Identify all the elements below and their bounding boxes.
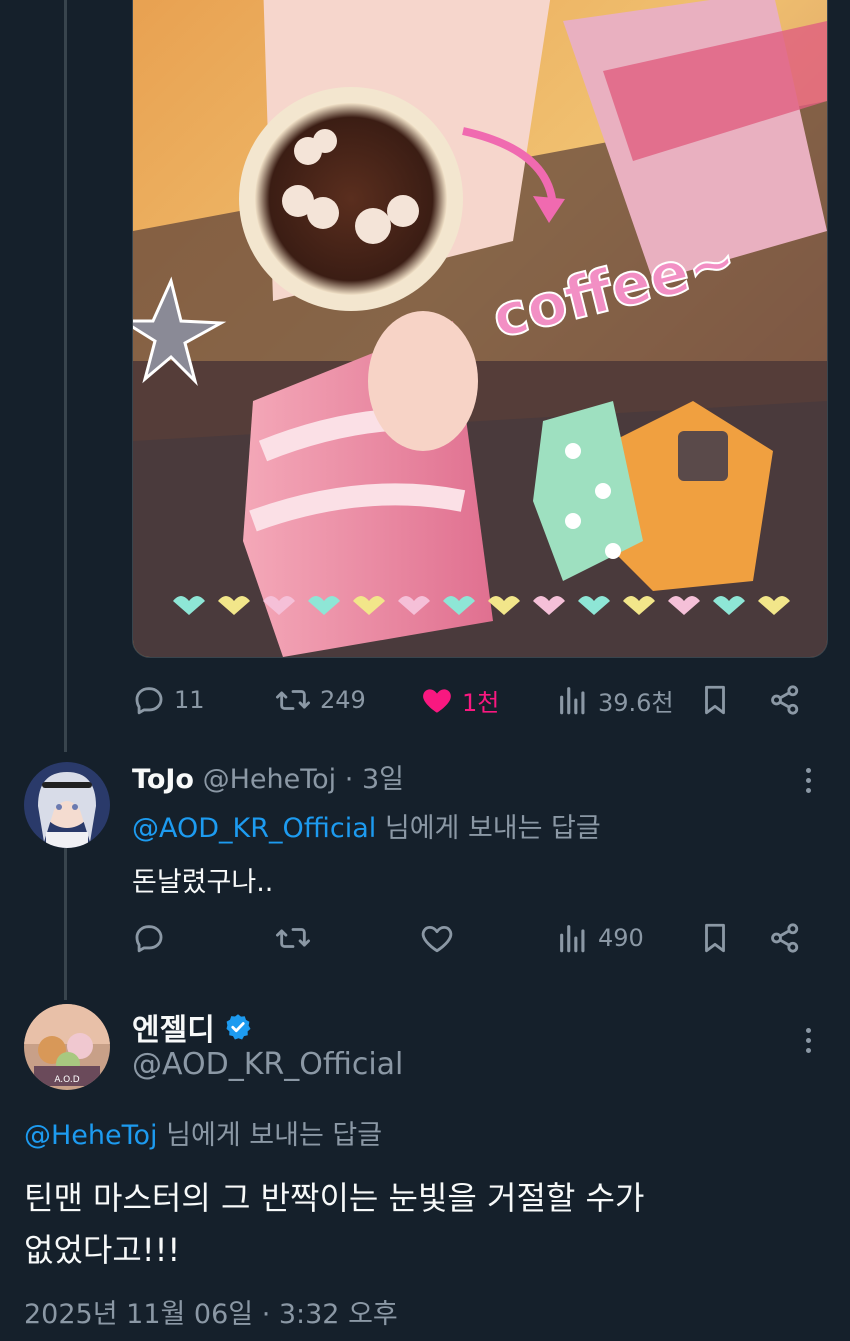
bookmark-icon <box>705 685 725 715</box>
thread-line-top <box>64 0 67 752</box>
verified-badge-icon <box>226 1014 251 1040</box>
reply-context-mention[interactable]: @AOD_KR_Official <box>132 813 376 844</box>
analytics-icon <box>560 687 585 715</box>
avatar-aod[interactable]: A.O.D <box>24 1004 110 1090</box>
reply-reply-button[interactable] <box>132 916 166 960</box>
repost-icon <box>275 690 310 710</box>
bookmark-button[interactable] <box>698 678 732 722</box>
focus-post-text: 틴맨 마스터의 그 반짝이는 눈빛을 거절할 수가 없었다고!!! <box>24 1172 644 1276</box>
analytics-icon <box>560 925 585 953</box>
views-button[interactable]: 39.6천 <box>556 678 674 722</box>
share-icon <box>771 685 799 715</box>
reply-views-button[interactable]: 490 <box>556 916 644 960</box>
reply-action-bar: 490 <box>132 916 812 960</box>
reply-time[interactable]: 3일 <box>362 764 404 795</box>
reply-like-button[interactable] <box>420 916 454 960</box>
heart-icon <box>421 925 453 953</box>
thread-line-middle <box>64 848 67 1000</box>
illustration-image: coffee~ <box>133 0 827 657</box>
focus-post-text-line-1: 틴맨 마스터의 그 반짝이는 눈빛을 거절할 수가 <box>24 1179 645 1217</box>
focus-author-name[interactable]: 엔젤디 <box>132 1005 215 1049</box>
share-button[interactable] <box>768 678 802 722</box>
focus-author: 엔젤디 <box>132 1005 253 1049</box>
reply-icon <box>135 687 163 715</box>
avatar-tojo[interactable] <box>24 762 110 848</box>
repost-count: 249 <box>320 686 366 714</box>
reply-text: 돈날렸구나.. <box>132 867 274 898</box>
focus-reply-context: @HeheToj 님에게 보내는 답글 <box>24 1113 382 1152</box>
bookmark-icon <box>705 923 725 953</box>
reply-count: 11 <box>174 686 205 714</box>
reply-bookmark-button[interactable] <box>698 916 732 960</box>
focus-timestamp[interactable]: 2025년 11월 06일 · 3:32 오후 <box>24 1292 398 1331</box>
reply-button[interactable]: 11 <box>132 678 205 722</box>
avatar-logo-text: A.O.D <box>54 1075 79 1085</box>
repost-button[interactable]: 249 <box>274 678 366 722</box>
focus-more-icon[interactable] <box>793 1022 823 1058</box>
reply-views-count: 490 <box>598 924 644 952</box>
like-button[interactable]: 1천 <box>420 678 499 722</box>
share-icon <box>771 923 799 953</box>
reply-share-button[interactable] <box>768 916 802 960</box>
avatar-image: A.O.D <box>24 1004 110 1090</box>
focus-reply-label: 님에게 보내는 답글 <box>157 1120 383 1151</box>
reply-icon <box>135 925 163 953</box>
focus-reply-mention[interactable]: @HeheToj <box>24 1120 158 1151</box>
main-post-action-bar: 11 249 1천 39.6천 <box>132 678 812 722</box>
reply-header: ToJo @HeheToj · 3일 <box>132 757 404 796</box>
reply-context: @AOD_KR_Official 님에게 보내는 답글 <box>132 806 601 845</box>
post-image[interactable]: coffee~ <box>132 0 828 658</box>
reply-handle[interactable]: @HeheToj <box>203 764 337 795</box>
reply-more-icon[interactable] <box>793 762 823 798</box>
focus-handle[interactable]: @AOD_KR_Official <box>132 1047 403 1082</box>
reply-context-label: 님에게 보내는 답글 <box>376 813 601 844</box>
views-count: 39.6천 <box>598 688 674 717</box>
avatar-image <box>24 762 110 848</box>
focus-post-text-line-2: 없었다고!!! <box>24 1231 181 1269</box>
reply-repost-button[interactable] <box>274 916 312 960</box>
heart-filled-icon <box>423 689 451 713</box>
like-count: 1천 <box>462 688 500 717</box>
reply-separator: · <box>344 764 354 795</box>
repost-icon <box>275 928 310 948</box>
reply-author-name[interactable]: ToJo <box>132 764 194 795</box>
